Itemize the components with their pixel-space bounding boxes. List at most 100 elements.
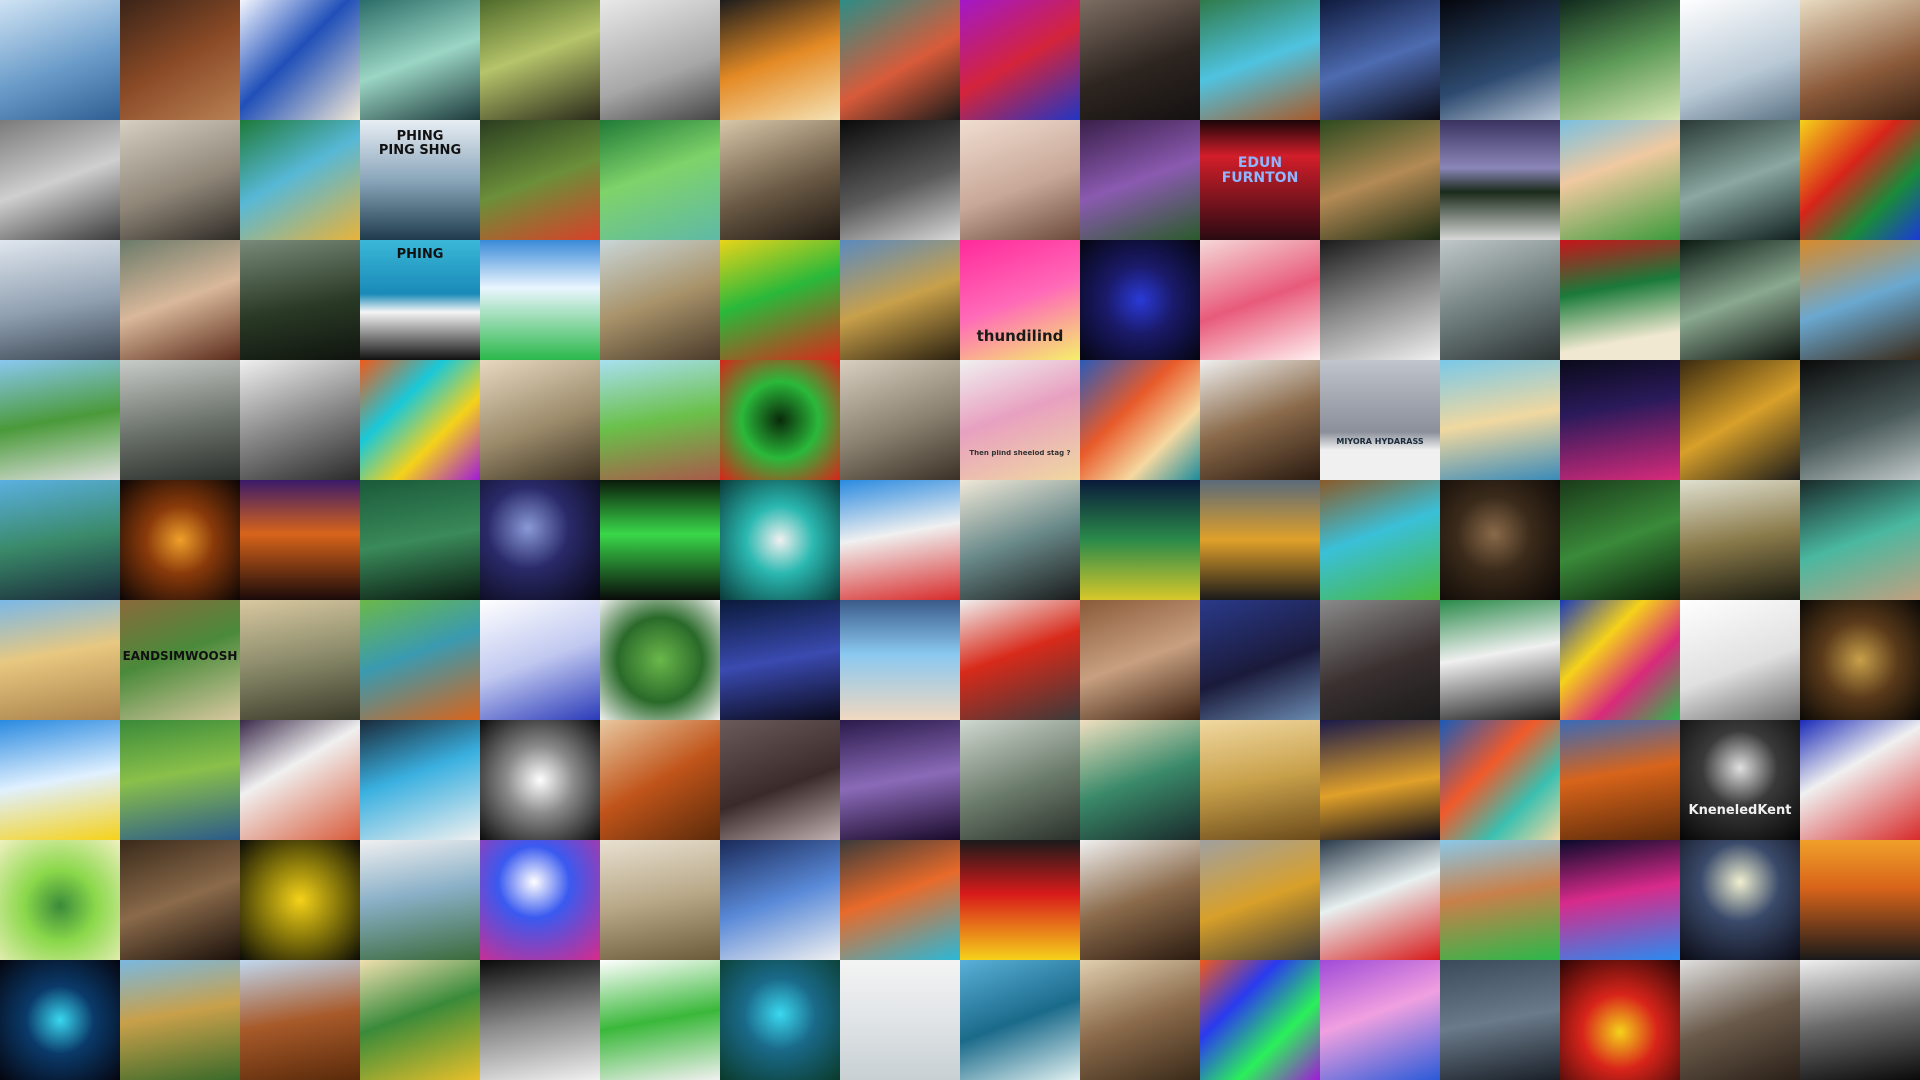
image-mosaic-grid: PHING PING SHNG EDUN FURNTON PHING thundili… [0,0,1920,1080]
tile-gold-bird [1680,360,1800,480]
tile-hangar-soldier [1440,960,1560,1080]
tile-minimal-sea [840,960,960,1080]
tile-pop-art-faces [1200,960,1320,1080]
tile-geisha [1200,240,1320,360]
tile-mountain-warrior [960,600,1080,720]
tile-steampunk-car [1080,960,1200,1080]
tile-checker-lake [1440,120,1560,240]
tile-kneneledkent-caption: KneneledKent [1688,804,1792,818]
tile-foggy-trees [120,360,240,480]
tile-wolf-forest [1800,960,1920,1080]
tile-dry-grass [600,240,720,360]
tile-dark-forest [240,240,360,360]
tile-volcano-glasses [720,0,840,120]
tile-swirl-sleeper [240,720,360,840]
tile-origami-tripod [480,120,600,240]
tile-eandsimwoosh-caption: EANDSIMWOOSH [122,650,238,663]
tile-bubble-button [1320,840,1440,960]
tile-polaroid-caption: Then plind sheelod stag ? [969,450,1071,457]
tile-graffiti-cross [1800,120,1920,240]
tile-blue-burst [480,840,600,960]
tile-road-fence [240,600,360,720]
tile-bw-crowd [480,960,600,1080]
tile-telescope-lake [0,480,120,600]
tile-smoke-face [840,360,960,480]
tile-ping-pong: PHING PING SHNG [360,120,480,240]
tile-pit-figure [600,840,720,960]
tile-flower-field [720,240,840,360]
tile-polaroid: Then plind sheelod stag ? [960,360,1080,480]
tile-woman-profile [120,240,240,360]
tile-clay-peak [240,960,360,1080]
tile-gold-sculpture [840,240,960,360]
tile-green-monster [0,840,120,960]
tile-gamepad [480,240,600,360]
tile-blue-sketch [480,600,600,720]
tile-moon-fox [1680,840,1800,960]
tile-thundilind: thundilind [960,240,1080,360]
tile-piano-light [600,480,720,600]
tile-cello-forest [120,0,240,120]
tile-dragon-pattern [1080,360,1200,480]
tile-deer-river [360,600,480,720]
tile-blue-flower [720,960,840,1080]
tile-tea-machine [960,720,1080,840]
tile-kneneledkent: KneneledKent [1680,720,1800,840]
tile-waterfall-boat [1200,0,1320,120]
tile-skull-mask [1440,600,1560,720]
tile-blue-eagle [720,840,840,960]
tile-phoenix-carving [600,720,720,840]
tile-fire-dancer [120,480,240,600]
tile-dark-cave [1440,480,1560,600]
tile-color-towers [1560,600,1680,720]
tile-phone-lighthouse [0,720,120,840]
tile-clock-plants [720,360,840,480]
tile-pixel-tower [1680,480,1800,600]
tile-guitar [1320,240,1440,360]
tile-skateboard [960,120,1080,240]
tile-surf-cliff [960,960,1080,1080]
tile-sepia-warrior [720,120,840,240]
tile-fan-engine [720,720,840,840]
tile-milk-splash [1080,840,1200,960]
tile-roller-blocks [360,360,480,480]
tile-waterfall-man [1440,240,1560,360]
tile-fan-wave [720,480,840,600]
tile-man-forest [480,0,600,120]
tile-sunset-lake [1800,840,1920,960]
tile-leaf-tree [600,600,720,720]
tile-painted-hills [120,960,240,1080]
tile-miyora-hydarass-caption: MIYORA HYDARASS [1336,438,1424,446]
tile-dark-reader [1800,360,1920,480]
tile-roller-skate [360,480,480,600]
tile-line-drawing [1680,600,1800,720]
tile-neon-forest [1080,480,1200,600]
tile-circle-portal [1800,600,1920,720]
tile-blue-cave [1200,600,1320,720]
tile-sink-drain [600,0,720,120]
tile-robot-road [0,360,120,480]
tile-yellow-face [240,840,360,960]
tile-green-hiker [600,960,720,1080]
tile-city-clock [1200,480,1320,600]
tile-sky-clouds [0,240,120,360]
tile-neon-books [1560,360,1680,480]
tile-phing-board-caption: PHING [396,248,444,262]
tile-palace-garden [360,840,480,960]
tile-sand-climber [240,360,360,480]
tile-dark-columns [1680,240,1800,360]
tile-satellite-earth [1440,0,1560,120]
tile-sepia-man [480,360,600,480]
tile-wave-binoculars [240,0,360,120]
tile-werewolf-city [1320,0,1440,120]
tile-floating-island [600,360,720,480]
tile-waterfall-needle [360,720,480,840]
tile-snail-creature [1200,840,1320,960]
tile-edun-furnton: EDUN FURNTON [1200,120,1320,240]
tile-beach-robot [1440,360,1560,480]
tile-ghoul-figure [1080,720,1200,840]
tile-man-hat [1200,360,1320,480]
tile-neon-stairs [840,840,960,960]
tile-deer-sepia [120,120,240,240]
tile-blue-vase [1080,240,1200,360]
